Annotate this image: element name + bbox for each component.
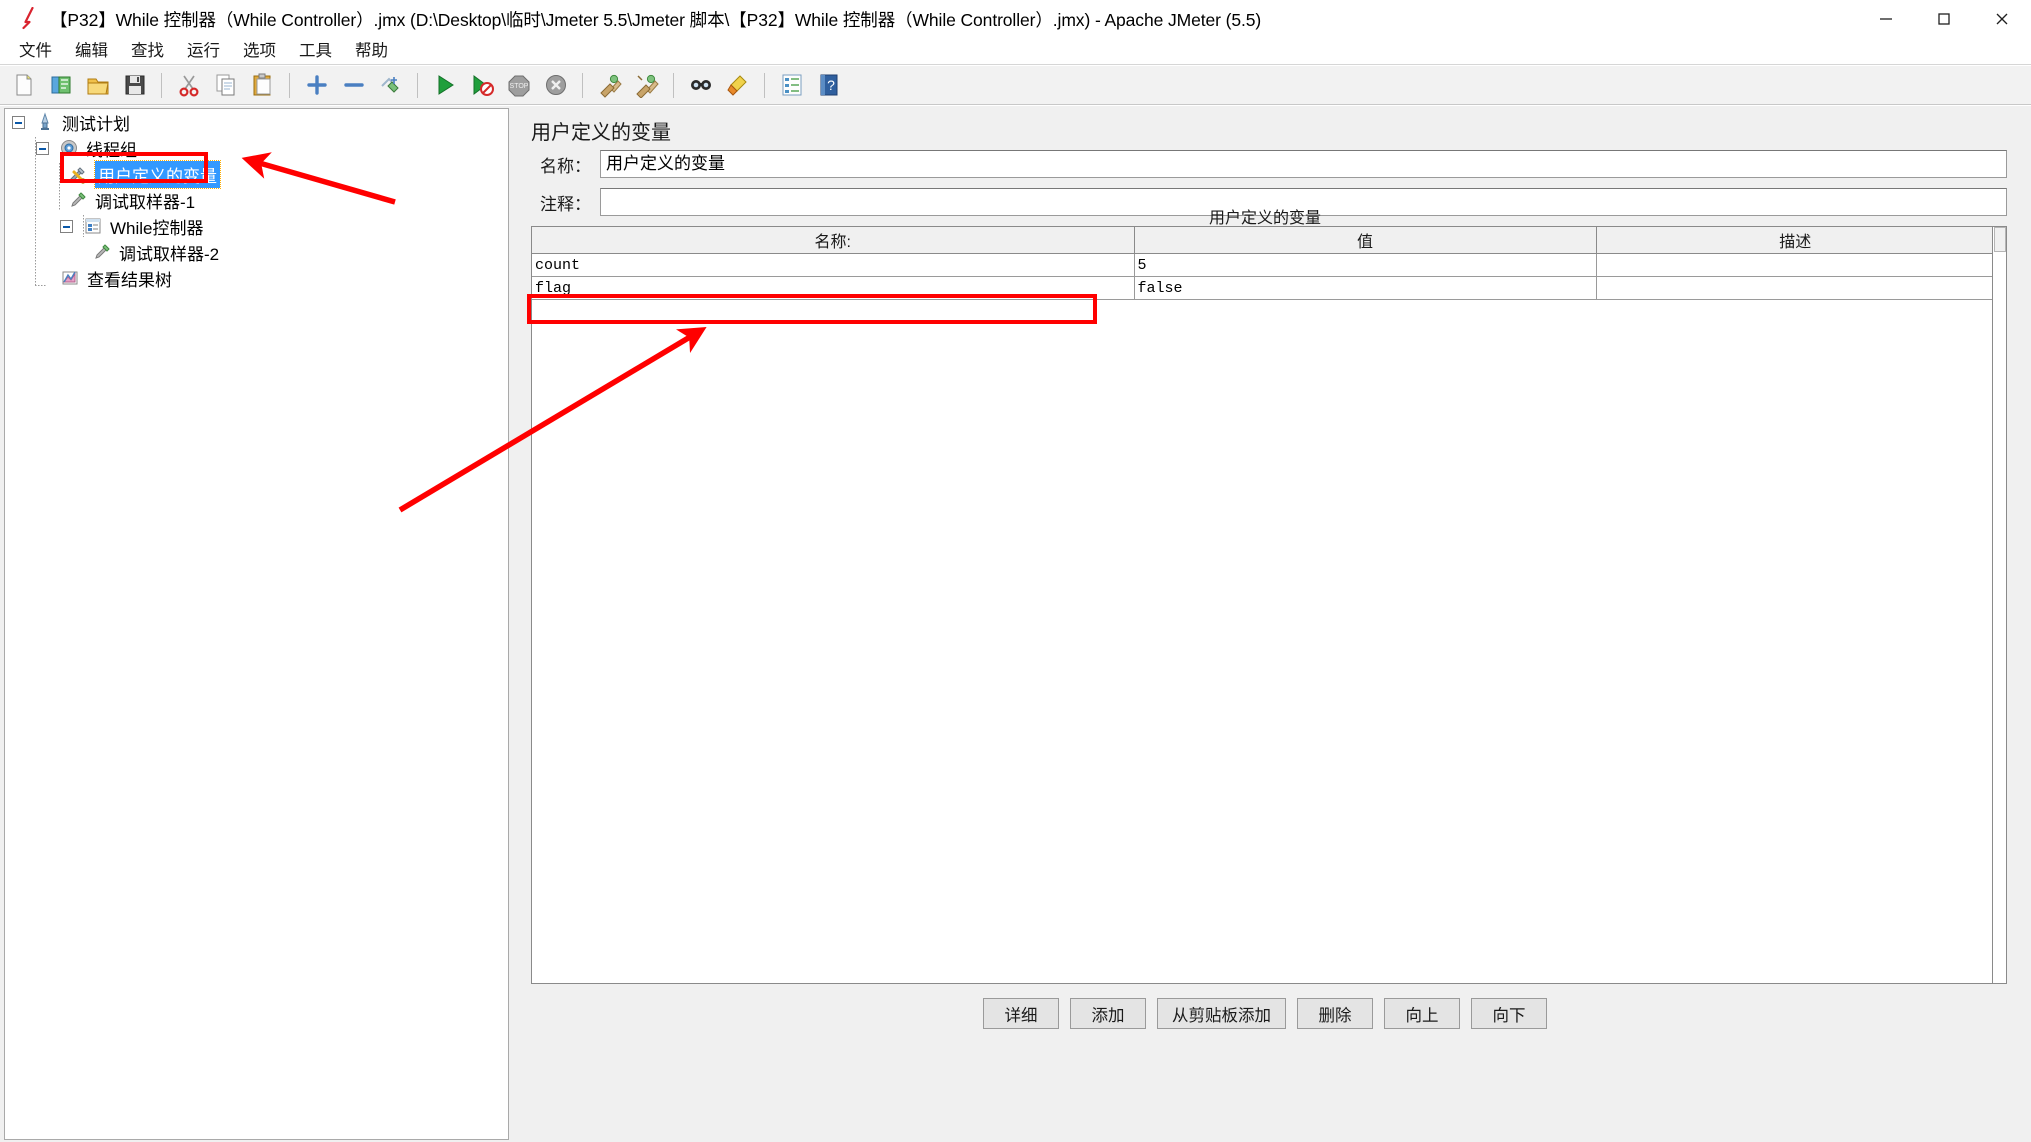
svg-text:STOP: STOP bbox=[509, 83, 528, 90]
tree-node-thread-group[interactable]: 线程组 bbox=[5, 135, 508, 161]
start-icon[interactable] bbox=[428, 69, 461, 102]
table-row[interactable]: count 5 bbox=[532, 254, 1994, 277]
toolbar-separator bbox=[289, 73, 290, 98]
tree-node-while-controller[interactable]: While控制器 bbox=[5, 213, 508, 239]
copy-icon[interactable] bbox=[209, 69, 242, 102]
window-title: 【P32】While 控制器（While Controller）.jmx (D:… bbox=[50, 7, 1261, 32]
search-icon[interactable] bbox=[684, 69, 717, 102]
test-plan-tree[interactable]: 测试计划 线程组 bbox=[4, 108, 509, 1140]
save-icon[interactable] bbox=[118, 69, 151, 102]
tree-node-label: 调试取样器-1 bbox=[95, 188, 195, 213]
jmeter-logo-icon bbox=[12, 0, 46, 38]
move-up-button[interactable]: 向上 bbox=[1384, 998, 1460, 1029]
thread-group-icon bbox=[58, 137, 80, 159]
page-title: 用户定义的变量 bbox=[531, 116, 671, 145]
paste-icon[interactable] bbox=[246, 69, 279, 102]
table-action-buttons: 详细 添加 从剪贴板添加 删除 向上 向下 bbox=[523, 998, 2007, 1029]
main-content: 测试计划 线程组 bbox=[0, 106, 2031, 1142]
cell-value[interactable]: 5 bbox=[1134, 254, 1596, 277]
minimize-button[interactable] bbox=[1857, 0, 1915, 38]
name-field-label: 名称： bbox=[531, 152, 591, 177]
name-input[interactable]: 用户定义的变量 bbox=[600, 150, 2007, 178]
add-button[interactable]: 添加 bbox=[1070, 998, 1146, 1029]
cell-description[interactable] bbox=[1596, 277, 1994, 300]
window-controls bbox=[1857, 0, 2031, 38]
clear-all-icon[interactable] bbox=[630, 69, 663, 102]
scrollbar-thumb[interactable] bbox=[1994, 227, 2006, 252]
tree-node-label: 测试计划 bbox=[62, 110, 130, 135]
debug-sampler-icon bbox=[67, 189, 89, 211]
cell-value[interactable]: false bbox=[1134, 277, 1596, 300]
toolbar-separator bbox=[582, 73, 583, 98]
cell-name[interactable]: flag bbox=[532, 277, 1134, 300]
tree-node-test-plan[interactable]: 测试计划 bbox=[5, 109, 508, 135]
variables-table-grid: 名称: 值 描述 count 5 flag false bbox=[532, 227, 1994, 300]
function-helper-icon[interactable] bbox=[775, 69, 808, 102]
cell-description[interactable] bbox=[1596, 254, 1994, 277]
while-controller-icon bbox=[82, 215, 104, 237]
debug-sampler-icon bbox=[91, 241, 113, 263]
variables-table[interactable]: 名称: 值 描述 count 5 flag false bbox=[531, 226, 2007, 984]
expand-toggle-icon[interactable] bbox=[35, 141, 50, 156]
column-header-value[interactable]: 值 bbox=[1134, 227, 1596, 254]
shutdown-icon[interactable] bbox=[539, 69, 572, 102]
expand-toggle-icon[interactable] bbox=[59, 219, 74, 234]
name-field-row: 名称： 用户定义的变量 bbox=[531, 150, 2007, 178]
close-button[interactable] bbox=[1973, 0, 2031, 38]
tree-node-view-results-tree[interactable]: 查看结果树 bbox=[5, 265, 508, 291]
tree-node-user-defined-variables[interactable]: 用户定义的变量 bbox=[5, 161, 508, 187]
menu-search[interactable]: 查找 bbox=[122, 38, 173, 65]
view-results-tree-icon bbox=[59, 267, 81, 289]
delete-button[interactable]: 删除 bbox=[1297, 998, 1373, 1029]
maximize-button[interactable] bbox=[1915, 0, 1973, 38]
add-from-clipboard-button[interactable]: 从剪贴板添加 bbox=[1157, 998, 1286, 1029]
start-no-pauses-icon[interactable] bbox=[465, 69, 498, 102]
tree-node-label: 调试取样器-2 bbox=[119, 240, 219, 265]
toolbar: STOP bbox=[0, 66, 2031, 105]
variables-table-caption: 用户定义的变量 bbox=[523, 204, 2007, 228]
column-header-description[interactable]: 描述 bbox=[1596, 227, 1994, 254]
table-row[interactable]: flag false bbox=[532, 277, 1994, 300]
collapse-all-icon[interactable] bbox=[337, 69, 370, 102]
element-editor-panel: 用户定义的变量 名称： 用户定义的变量 注释： 用户定义的变量 名称: 值 描述 bbox=[523, 108, 2027, 1140]
table-header-row: 名称: 值 描述 bbox=[532, 227, 1994, 254]
expand-toggle-icon[interactable] bbox=[11, 115, 26, 130]
templates-icon[interactable] bbox=[44, 69, 77, 102]
new-icon[interactable] bbox=[7, 69, 40, 102]
move-down-button[interactable]: 向下 bbox=[1471, 998, 1547, 1029]
menu-file[interactable]: 文件 bbox=[10, 38, 61, 65]
tree-node-label: While控制器 bbox=[110, 214, 204, 239]
stop-icon[interactable]: STOP bbox=[502, 69, 535, 102]
menu-tools[interactable]: 工具 bbox=[290, 38, 341, 65]
tree-node-label: 用户定义的变量 bbox=[95, 161, 220, 188]
menu-bar: 文件 编辑 查找 运行 选项 工具 帮助 bbox=[0, 38, 2031, 65]
tree-node-debug-sampler-2[interactable]: 调试取样器-2 bbox=[5, 239, 508, 265]
toolbar-separator bbox=[417, 73, 418, 98]
open-icon[interactable] bbox=[81, 69, 114, 102]
clear-icon[interactable] bbox=[593, 69, 626, 102]
toggle-icon[interactable] bbox=[374, 69, 407, 102]
tree-node-label: 线程组 bbox=[86, 136, 137, 161]
toolbar-separator bbox=[764, 73, 765, 98]
menu-run[interactable]: 运行 bbox=[178, 38, 229, 65]
detail-button[interactable]: 详细 bbox=[983, 998, 1059, 1029]
tree-node-label: 查看结果树 bbox=[87, 266, 172, 291]
expand-all-icon[interactable] bbox=[300, 69, 333, 102]
toolbar-separator bbox=[673, 73, 674, 98]
svg-text:?: ? bbox=[827, 77, 835, 93]
column-header-name[interactable]: 名称: bbox=[532, 227, 1134, 254]
menu-options[interactable]: 选项 bbox=[234, 38, 285, 65]
cell-name[interactable]: count bbox=[532, 254, 1134, 277]
title-bar: 【P32】While 控制器（While Controller）.jmx (D:… bbox=[0, 0, 2031, 38]
test-plan-icon bbox=[34, 111, 56, 133]
table-vertical-scrollbar[interactable] bbox=[1992, 227, 2006, 983]
reset-search-icon[interactable] bbox=[721, 69, 754, 102]
user-defined-variables-icon bbox=[67, 163, 89, 185]
help-icon[interactable]: ? bbox=[812, 69, 845, 102]
menu-edit[interactable]: 编辑 bbox=[66, 38, 117, 65]
tree-node-debug-sampler-1[interactable]: 调试取样器-1 bbox=[5, 187, 508, 213]
menu-help[interactable]: 帮助 bbox=[346, 38, 397, 65]
toolbar-separator bbox=[161, 73, 162, 98]
cut-icon[interactable] bbox=[172, 69, 205, 102]
